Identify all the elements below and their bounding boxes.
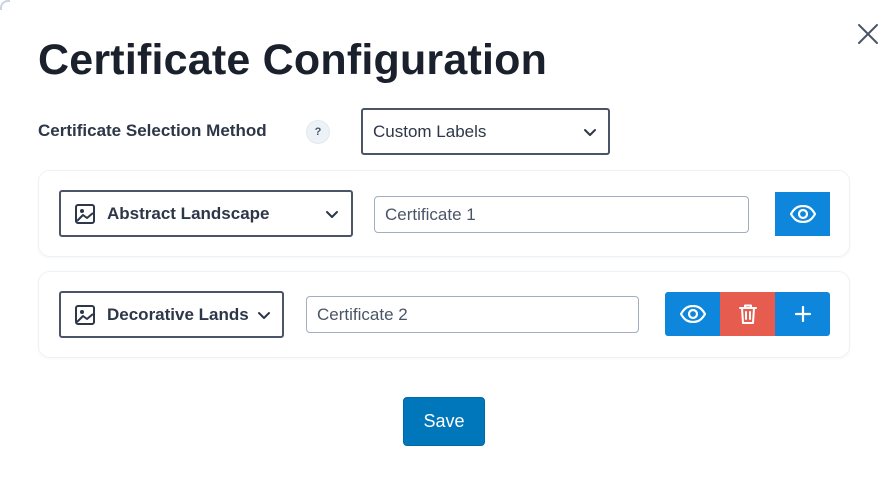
- image-select-value-2: Decorative Landscape: [107, 304, 249, 324]
- image-select-2[interactable]: Decorative Landscape: [59, 291, 284, 338]
- view-button-1[interactable]: [775, 192, 830, 236]
- dialog-corner: [0, 0, 10, 10]
- image-select-1[interactable]: Abstract Landscape: [59, 190, 353, 237]
- close-icon: [858, 24, 878, 44]
- chevron-down-icon: [258, 311, 270, 319]
- save-button[interactable]: Save: [403, 397, 485, 446]
- dialog-title: Certificate Configuration: [38, 36, 548, 84]
- certificate-label-input-1[interactable]: [374, 196, 749, 233]
- help-icon[interactable]: ?: [306, 120, 330, 144]
- selection-method-value: Custom Labels: [373, 121, 487, 141]
- trash-icon: [738, 304, 757, 324]
- chevron-down-icon: [584, 128, 596, 136]
- view-button-2[interactable]: [665, 292, 720, 336]
- plus-icon: [794, 305, 811, 323]
- certificate-config-dialog: Certificate Configuration Certificate Se…: [0, 0, 894, 482]
- selection-method-select[interactable]: Custom Labels: [361, 108, 610, 155]
- add-button-2[interactable]: [775, 292, 830, 336]
- image-select-value-1: Abstract Landscape: [107, 203, 270, 223]
- close-button[interactable]: [856, 22, 880, 46]
- delete-button-2[interactable]: [720, 292, 775, 336]
- image-icon: [75, 304, 95, 325]
- certificate-label-input-2[interactable]: [306, 296, 639, 333]
- selection-method-label: Certificate Selection Method: [38, 121, 267, 140]
- eye-icon: [679, 305, 706, 323]
- eye-icon: [789, 205, 816, 223]
- chevron-down-icon: [326, 210, 338, 218]
- image-icon: [75, 203, 95, 224]
